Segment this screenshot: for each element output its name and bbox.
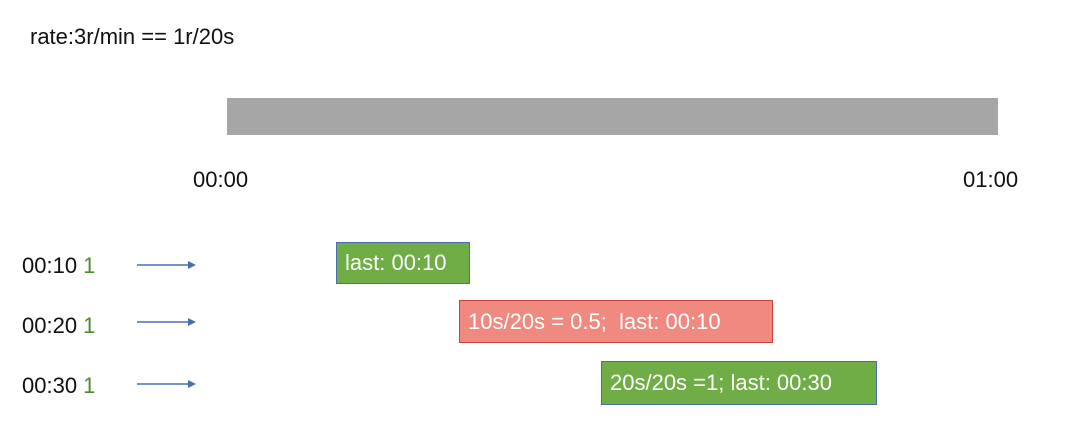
request-row-2: 00:20 1 bbox=[22, 313, 95, 339]
request-time: 00:20 bbox=[22, 313, 78, 338]
request-time: 00:10 bbox=[22, 253, 78, 278]
request-count: 1 bbox=[83, 253, 96, 278]
arrow-right-icon bbox=[137, 318, 196, 326]
request-count: 1 bbox=[83, 373, 96, 398]
timeline-start-label: 00:00 bbox=[193, 167, 249, 192]
result-text: 10s/20s = 0.5; last: 00:10 bbox=[468, 308, 721, 334]
request-row-3: 00:30 1 bbox=[22, 373, 95, 399]
result-box-allowed: 20s/20s =1; last: 00:30 bbox=[601, 361, 877, 405]
result-box-rejected: 10s/20s = 0.5; last: 00:10 bbox=[459, 300, 773, 343]
arrow-right-icon bbox=[137, 380, 196, 388]
result-box-allowed: last: 00:10 bbox=[336, 242, 470, 284]
result-text: last: 00:10 bbox=[345, 250, 447, 275]
request-time: 00:30 bbox=[22, 373, 78, 398]
timeline-end-label: 01:00 bbox=[963, 167, 1019, 192]
arrow-right-icon bbox=[137, 261, 196, 269]
request-count: 1 bbox=[83, 313, 96, 338]
result-text: 20s/20s =1; last: 00:30 bbox=[610, 370, 832, 395]
rate-title: rate:3r/min == 1r/20s bbox=[30, 24, 235, 49]
timeline-bar bbox=[227, 98, 998, 135]
request-row-1: 00:10 1 bbox=[22, 253, 95, 279]
